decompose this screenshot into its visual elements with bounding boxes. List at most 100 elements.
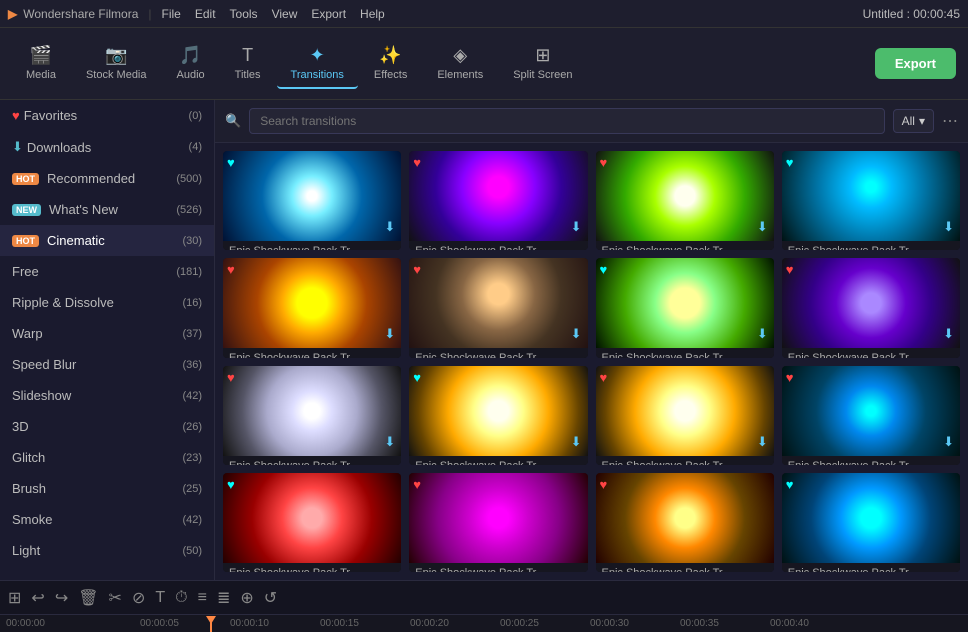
menu-file[interactable]: File bbox=[162, 7, 181, 21]
text-icon[interactable]: T bbox=[155, 589, 165, 607]
grid-label-15: Epic Shockwave Pack Tr... bbox=[782, 563, 960, 572]
grid-item-11[interactable]: ♥ ⬇ Epic Shockwave Pack Tr... bbox=[782, 366, 960, 465]
sidebar-item-brush[interactable]: Brush(25) bbox=[0, 473, 214, 504]
grid-thumb-2: ♥ ⬇ bbox=[596, 151, 774, 241]
sidebar-item-ripple[interactable]: Ripple & Dissolve(16) bbox=[0, 287, 214, 318]
hot-badge: HOT bbox=[12, 235, 39, 247]
media-icon: 🎬 bbox=[30, 45, 52, 66]
grid-item-5[interactable]: ♥ ⬇ Epic Shockwave Pack Tr... bbox=[409, 258, 587, 357]
grid-thumb-10: ♥ ⬇ bbox=[596, 366, 774, 456]
undo-icon[interactable]: ↩ bbox=[31, 588, 44, 608]
sidebar-item-downloads[interactable]: ⬇Downloads(4) bbox=[0, 131, 214, 163]
audio-icon[interactable]: ≣ bbox=[217, 588, 230, 608]
audio-icon: 🎵 bbox=[179, 45, 201, 66]
sidebar-label-slideshow: Slideshow bbox=[12, 388, 71, 403]
grid-label-3: Epic Shockwave Pack Tr... bbox=[782, 241, 960, 250]
timeline-cursor[interactable] bbox=[210, 616, 212, 632]
grid-thumb-5: ♥ ⬇ bbox=[409, 258, 587, 348]
toolbar-item-elements[interactable]: ◈Elements bbox=[423, 39, 497, 89]
grid-label-8: Epic Shockwave Pack Tr... bbox=[223, 456, 401, 465]
grid-item-10[interactable]: ♥ ⬇ Epic Shockwave Pack Tr... bbox=[596, 366, 774, 465]
menu-tools[interactable]: Tools bbox=[230, 7, 258, 21]
filter-dropdown[interactable]: All ▾ bbox=[893, 109, 934, 133]
grid-item-8[interactable]: ♥ ⬇ Epic Shockwave Pack Tr... bbox=[223, 366, 401, 465]
titles-icon: T bbox=[242, 45, 253, 66]
menu-view[interactable]: View bbox=[272, 7, 298, 21]
adjust-icon[interactable]: ≡ bbox=[198, 589, 207, 607]
timer-icon[interactable]: ⏱ bbox=[175, 589, 187, 607]
download-icon-6: ⬇ bbox=[757, 326, 768, 342]
toggle-icon[interactable]: ⊞ bbox=[8, 588, 21, 608]
timeline-mark-8: 00:00:40 bbox=[770, 618, 860, 629]
sidebar-item-favorites[interactable]: ♥Favorites(0) bbox=[0, 100, 214, 131]
sidebar-item-whats-new[interactable]: NEWWhat's New(526) bbox=[0, 194, 214, 225]
menu-export[interactable]: Export bbox=[311, 7, 346, 21]
grid-item-13[interactable]: ♥ Epic Shockwave Pack Tr... bbox=[409, 473, 587, 572]
redo-icon[interactable]: ↪ bbox=[55, 588, 68, 608]
toolbar-label-effects: Effects bbox=[374, 69, 407, 81]
new-badge: NEW bbox=[12, 204, 41, 216]
grid-item-2[interactable]: ♥ ⬇ Epic Shockwave Pack Tr... bbox=[596, 151, 774, 250]
menu-help[interactable]: Help bbox=[360, 7, 385, 21]
toolbar-item-split[interactable]: ⊞Split Screen bbox=[499, 39, 586, 89]
timeline-ruler: 00:00:00 00:00:0500:00:1000:00:1500:00:2… bbox=[0, 615, 968, 632]
sidebar-item-recommended[interactable]: HOTRecommended(500) bbox=[0, 163, 214, 194]
toolbar-item-titles[interactable]: TTitles bbox=[221, 39, 275, 89]
download-icon-9: ⬇ bbox=[571, 434, 582, 450]
grid-item-7[interactable]: ♥ ⬇ Epic Shockwave Pack Tr... bbox=[782, 258, 960, 357]
favorite-icon-1: ♥ bbox=[413, 155, 421, 170]
search-input[interactable] bbox=[249, 108, 884, 134]
grid-item-0[interactable]: ♥ ⬇ Epic Shockwave Pack Tr... bbox=[223, 151, 401, 250]
disable-icon[interactable]: ⊘ bbox=[132, 588, 145, 608]
sidebar-count-speed-blur: (36) bbox=[182, 359, 202, 371]
sidebar-item-cinematic[interactable]: HOTCinematic(30) bbox=[0, 225, 214, 256]
toolbar-label-transitions: Transitions bbox=[291, 69, 344, 81]
grid-item-12[interactable]: ♥ Epic Shockwave Pack Tr... bbox=[223, 473, 401, 572]
toolbar-item-stock[interactable]: 📷Stock Media bbox=[72, 39, 161, 89]
project-title: Untitled : 00:00:45 bbox=[863, 7, 960, 21]
app-logo: ▶ bbox=[8, 7, 17, 21]
favorite-icon-14: ♥ bbox=[600, 477, 608, 492]
grid-label-2: Epic Shockwave Pack Tr... bbox=[596, 241, 774, 250]
delete-icon[interactable]: 🗑 bbox=[78, 588, 98, 608]
transitions-grid: ♥ ⬇ Epic Shockwave Pack Tr... ♥ ⬇ Epic S… bbox=[215, 143, 968, 580]
sidebar-item-glitch[interactable]: Glitch(23) bbox=[0, 442, 214, 473]
grid-item-6[interactable]: ♥ ⬇ Epic Shockwave Pack Tr... bbox=[596, 258, 774, 357]
grid-item-9[interactable]: ♥ ⬇ Epic Shockwave Pack Tr... bbox=[409, 366, 587, 465]
grid-label-0: Epic Shockwave Pack Tr... bbox=[223, 241, 401, 250]
reverse-icon[interactable]: ↺ bbox=[264, 588, 277, 608]
add-icon[interactable]: ⊕ bbox=[240, 588, 253, 608]
sidebar-item-slideshow[interactable]: Slideshow(42) bbox=[0, 380, 214, 411]
grid-item-4[interactable]: ♥ ⬇ Epic Shockwave Pack Tr... bbox=[223, 258, 401, 357]
sidebar-count-free: (181) bbox=[176, 266, 202, 278]
grid-thumb-12: ♥ bbox=[223, 473, 401, 563]
sidebar-label-whats-new: NEWWhat's New bbox=[12, 202, 118, 217]
sidebar-item-free[interactable]: Free(181) bbox=[0, 256, 214, 287]
hot-badge: HOT bbox=[12, 173, 39, 185]
export-button[interactable]: Export bbox=[875, 48, 956, 79]
toolbar-item-transitions[interactable]: ✦Transitions bbox=[277, 39, 358, 89]
toolbar-item-audio[interactable]: 🎵Audio bbox=[163, 39, 219, 89]
sidebar-item-light[interactable]: Light(50) bbox=[0, 535, 214, 566]
sidebar-item-3d[interactable]: 3D(26) bbox=[0, 411, 214, 442]
grid-thumb-11: ♥ ⬇ bbox=[782, 366, 960, 456]
grid-thumb-13: ♥ bbox=[409, 473, 587, 563]
cut-icon[interactable]: ✂ bbox=[109, 588, 122, 608]
download-icon-2: ⬇ bbox=[757, 219, 768, 235]
grid-item-3[interactable]: ♥ ⬇ Epic Shockwave Pack Tr... bbox=[782, 151, 960, 250]
download-icon-4: ⬇ bbox=[384, 326, 395, 342]
toolbar-item-media[interactable]: 🎬Media bbox=[12, 39, 70, 89]
grid-label-10: Epic Shockwave Pack Tr... bbox=[596, 456, 774, 465]
grid-view-icon[interactable]: ⋯ bbox=[942, 111, 958, 131]
timeline-mark-6: 00:00:30 bbox=[590, 618, 680, 629]
grid-item-15[interactable]: ♥ Epic Shockwave Pack Tr... bbox=[782, 473, 960, 572]
favorite-icon-3: ♥ bbox=[786, 155, 794, 170]
sidebar-item-warp[interactable]: Warp(37) bbox=[0, 318, 214, 349]
grid-item-14[interactable]: ♥ Epic Shockwave Pack Tr... bbox=[596, 473, 774, 572]
menu-edit[interactable]: Edit bbox=[195, 7, 216, 21]
sidebar-item-smoke[interactable]: Smoke(42) bbox=[0, 504, 214, 535]
sidebar-item-speed-blur[interactable]: Speed Blur(36) bbox=[0, 349, 214, 380]
grid-item-1[interactable]: ♥ ⬇ Epic Shockwave Pack Tr... bbox=[409, 151, 587, 250]
toolbar-item-effects[interactable]: ✨Effects bbox=[360, 39, 421, 89]
favorite-icon-4: ♥ bbox=[227, 262, 235, 277]
